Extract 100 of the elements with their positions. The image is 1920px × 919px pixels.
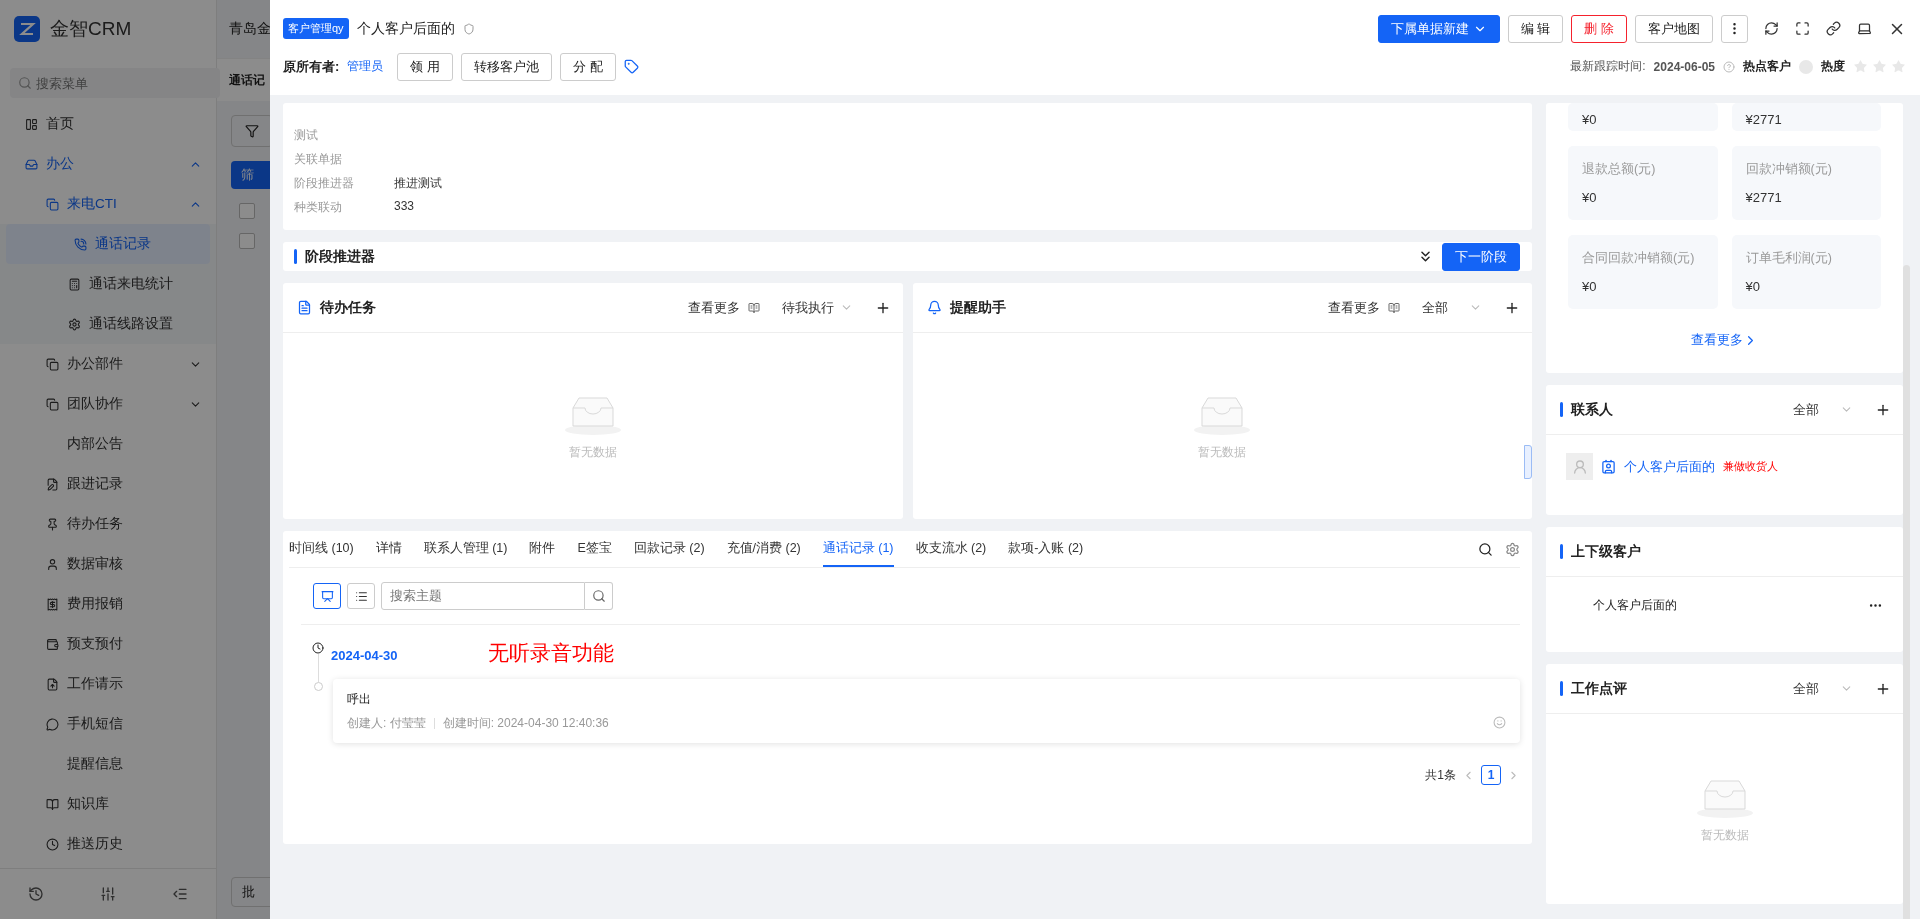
owner-label: 原所有者: xyxy=(283,57,340,76)
sidebar-item[interactable]: 数据审核 xyxy=(0,544,216,584)
tab[interactable]: 联系人管理 (1) xyxy=(423,531,508,567)
card-view-button[interactable] xyxy=(313,583,341,609)
field-value: 333 xyxy=(394,199,416,215)
panel-title: 提醒助手 xyxy=(949,298,1007,317)
field-value: 推进测试 xyxy=(394,175,443,192)
action-button[interactable]: 转移客户池 xyxy=(460,52,552,81)
link-icon[interactable] xyxy=(1826,21,1841,36)
sidebar-item[interactable]: 工作请示 xyxy=(0,664,216,704)
clock-icon xyxy=(46,837,59,851)
scrollbar[interactable] xyxy=(1903,265,1910,919)
sidebar-item[interactable]: 提醒信息 xyxy=(0,744,216,784)
action-button[interactable]: 客户地图 xyxy=(1635,14,1713,43)
copy-icon xyxy=(46,357,59,371)
stat-value: ¥2771 xyxy=(1745,112,1783,127)
view-more-link[interactable]: 查看更多 xyxy=(687,298,740,317)
settings-icon[interactable] xyxy=(1505,541,1520,557)
search-icon xyxy=(591,589,606,603)
collapse-menu-icon[interactable] xyxy=(172,886,188,902)
action-button[interactable]: 分 配 xyxy=(559,52,616,81)
fullscreen-icon[interactable] xyxy=(1795,21,1810,36)
sidebar-item[interactable]: 首页 xyxy=(0,104,216,144)
tag-icon[interactable] xyxy=(623,59,639,74)
filter-select[interactable]: 全部 xyxy=(1422,298,1482,317)
checkbox[interactable] xyxy=(239,233,255,249)
stat-label: 订单毛利润(元) xyxy=(1745,250,1833,267)
list-view-button[interactable] xyxy=(347,583,375,609)
stat-label: 合同回款冲销额(元) xyxy=(1582,250,1696,267)
sidebar-item[interactable]: 通话记录 xyxy=(6,224,210,264)
action-button[interactable]: 下属单据新建 xyxy=(1377,14,1500,43)
filter-select[interactable]: 待我执行 xyxy=(781,298,853,317)
wallet-icon xyxy=(46,637,59,651)
bell-icon xyxy=(926,300,942,315)
annotation-text: 无听录音功能 xyxy=(487,640,614,667)
document-icon xyxy=(297,300,312,315)
filter-select[interactable]: 全部 xyxy=(1793,679,1853,698)
heat-label: 热度 xyxy=(1821,58,1845,75)
filter-select[interactable]: 全部 xyxy=(1793,400,1853,419)
created-time: 创建时间: 2024-04-30 12:40:36 xyxy=(442,715,609,732)
sidebar-item[interactable]: 来电CTI xyxy=(0,184,216,224)
tab[interactable]: 时间线 (10) xyxy=(289,531,354,567)
sidebar-item[interactable]: 跟进记录 xyxy=(0,464,216,504)
action-button[interactable]: 领 用 xyxy=(397,52,453,81)
sidebar-item[interactable]: 知识库 xyxy=(0,784,216,824)
tab[interactable]: 款项-入账 (2) xyxy=(1008,531,1084,567)
sidebar-item[interactable]: 团队协作 xyxy=(0,384,216,424)
field-label: 阶段推进器 xyxy=(294,175,355,192)
sidebar-item[interactable]: 内部公告 xyxy=(0,424,216,464)
sidebar-item[interactable]: 待办任务 xyxy=(0,504,216,544)
module-tag: 客户管理qy xyxy=(283,18,349,39)
checkbox[interactable] xyxy=(239,203,255,219)
menu-search-field[interactable]: 搜索菜单 xyxy=(10,68,220,98)
smiley-icon xyxy=(1493,716,1506,729)
sidebar-item[interactable]: 手机短信 xyxy=(0,704,216,744)
search-button[interactable] xyxy=(585,582,613,610)
action-button[interactable]: 删 除 xyxy=(1571,14,1627,43)
sidebar-item[interactable]: 通话线路设置 xyxy=(0,304,216,344)
stat-label: 回款冲销额(元) xyxy=(1745,161,1833,178)
view-more-link[interactable]: 查看更多 xyxy=(1691,331,1743,349)
gear-icon xyxy=(68,317,81,331)
document-upload-icon xyxy=(46,677,59,691)
view-more-link[interactable]: 查看更多 xyxy=(1328,298,1380,317)
clock-icon xyxy=(312,642,324,654)
laptop-icon[interactable] xyxy=(1857,21,1872,36)
next-stage-button[interactable]: 下一阶段 xyxy=(1442,242,1520,271)
sidebar-item[interactable]: 预支预付 xyxy=(0,624,216,664)
layout-icon xyxy=(25,117,38,131)
tab[interactable]: 回款记录 (2) xyxy=(633,531,705,567)
book-icon xyxy=(747,301,760,314)
history-icon[interactable] xyxy=(28,886,44,902)
tab[interactable]: E签宝 xyxy=(577,531,612,567)
tab[interactable]: 充值/消费 (2) xyxy=(726,531,801,567)
tab[interactable]: 附件 xyxy=(529,531,556,567)
more-button[interactable] xyxy=(1721,14,1748,43)
tab[interactable]: 详情 xyxy=(375,531,402,567)
sidebar-item[interactable]: 费用报销 xyxy=(0,584,216,624)
creator-text: 创建人: 付莹莹 xyxy=(347,715,426,732)
sidebar-item[interactable]: 办公部件 xyxy=(0,344,216,384)
sidebar-item[interactable]: 办公 xyxy=(0,144,216,184)
stat-label: 退款总额(元) xyxy=(1582,161,1657,178)
sliders-icon[interactable] xyxy=(100,886,116,902)
search-field[interactable]: 搜索主题 xyxy=(381,582,585,610)
hot-label: 热点客户 xyxy=(1743,58,1791,75)
sidebar-item[interactable]: 推送历史 xyxy=(0,824,216,864)
page-button[interactable]: 1 xyxy=(1481,765,1501,785)
field-label: 关联单据 xyxy=(294,151,343,168)
receipt-icon xyxy=(46,597,59,611)
action-button[interactable]: 编 辑 xyxy=(1507,14,1564,43)
search-icon[interactable] xyxy=(1478,541,1493,557)
collapse-handle[interactable] xyxy=(1524,445,1532,479)
tab[interactable]: 收支流水 (2) xyxy=(915,531,987,567)
sidebar-item[interactable]: 通话来电统计 xyxy=(0,264,216,304)
empty-text: 暂无数据 xyxy=(1700,826,1749,844)
filter-icon xyxy=(245,124,259,138)
tab[interactable]: 通话记录 (1) xyxy=(822,531,894,567)
contact-link[interactable]: 个人客户后面的 xyxy=(1624,457,1715,476)
owner-link[interactable]: 管理员 xyxy=(347,58,384,75)
search-icon xyxy=(18,76,32,90)
refresh-icon[interactable] xyxy=(1764,21,1779,36)
